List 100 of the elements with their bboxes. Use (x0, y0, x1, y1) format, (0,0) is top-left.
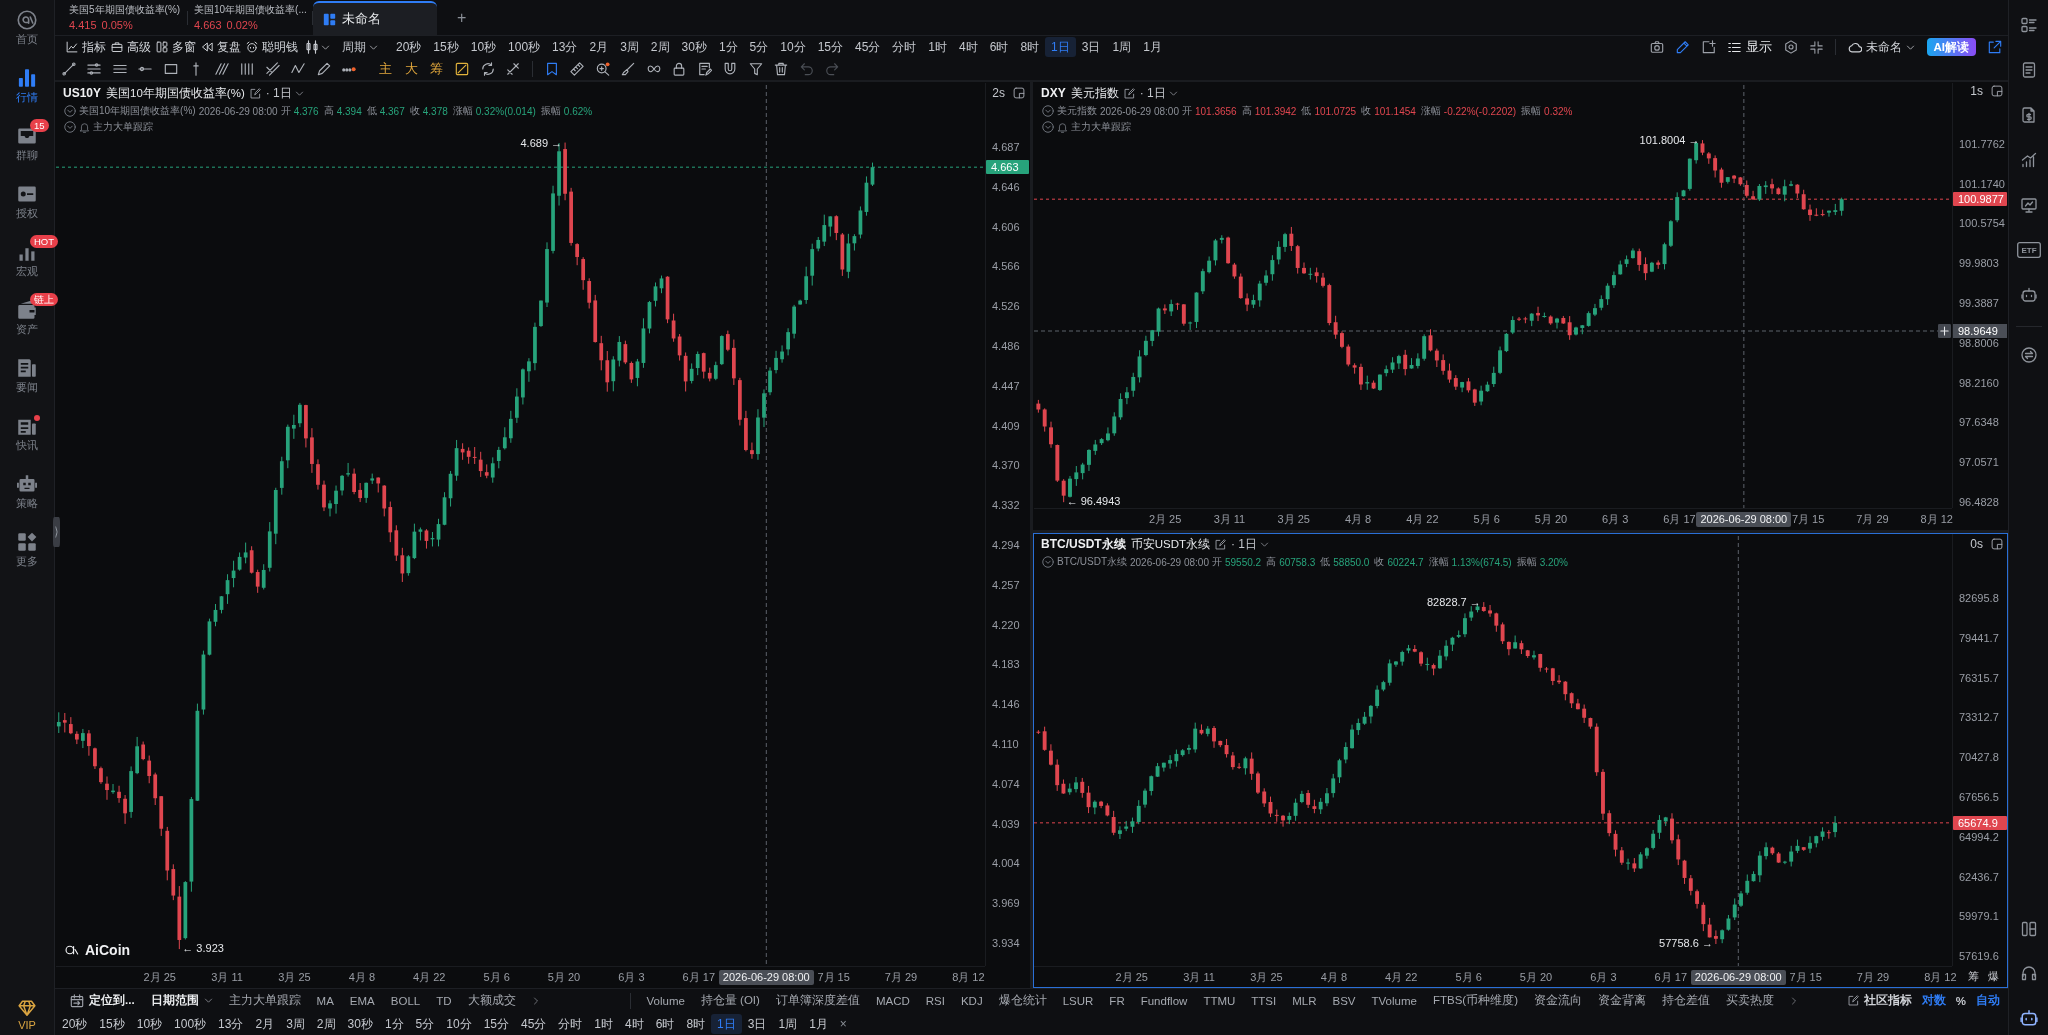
interval-tab[interactable]: 4时 (619, 1013, 650, 1034)
indicator-tab[interactable]: MA (316, 994, 334, 1007)
nav-item[interactable]: 更多 (0, 528, 54, 586)
interval-tab[interactable]: 5分 (409, 1013, 441, 1034)
nav-item[interactable]: 策略 (0, 470, 54, 528)
interval-tab[interactable]: 分时 (886, 37, 923, 57)
interval-tab[interactable]: 1分 (712, 37, 744, 57)
scale-toggle[interactable]: % (1955, 994, 1966, 1007)
layout-dropdown[interactable]: 未命名 (1847, 38, 1915, 56)
interval-tab[interactable]: 100秒 (168, 1013, 213, 1034)
indicator-tab[interactable]: TD (436, 994, 452, 1007)
interval-tab[interactable]: 2月 (249, 1013, 281, 1034)
interval-tab[interactable]: 4时 (953, 37, 984, 57)
toolbar-button[interactable]: 多窗 (156, 38, 196, 56)
interval-tab[interactable]: 15秒 (427, 37, 465, 57)
interval-tab[interactable]: 6时 (649, 1013, 681, 1034)
indicator-tab[interactable]: 资金背离 (1598, 993, 1646, 1008)
magnet-icon[interactable] (723, 62, 738, 76)
indicator-tab[interactable]: RSI (925, 994, 945, 1007)
vertical-bars-icon[interactable] (240, 62, 255, 76)
interval-tab[interactable]: 3日 (741, 1013, 773, 1034)
trend-line-icon[interactable] (61, 62, 76, 76)
nav-item[interactable]: 行情 (0, 64, 54, 122)
interval-tab[interactable]: 5分 (743, 37, 775, 57)
rectangle-icon[interactable] (163, 62, 178, 76)
chevron-circle-icon[interactable] (1042, 121, 1054, 133)
community-indicators-button[interactable]: 社区指标 (1847, 993, 1912, 1008)
interval-tab[interactable]: 10分 (774, 37, 812, 57)
marker-tool-button[interactable]: 筹 (424, 60, 450, 78)
maximize-icon[interactable] (1991, 538, 2003, 550)
interval-tab[interactable]: 8时 (680, 1013, 712, 1034)
toolbar-button[interactable]: 复盘 (201, 38, 241, 56)
interval-tab[interactable]: 1月 (803, 1013, 834, 1034)
indicator-tab[interactable]: 持仓量 (OI) (700, 993, 760, 1008)
brush-icon[interactable] (621, 62, 636, 76)
interval-tab[interactable]: 13分 (546, 37, 584, 57)
robot-icon[interactable] (2020, 287, 2037, 303)
indicator-tab[interactable]: 爆仓统计 (998, 993, 1047, 1008)
indicator-tab[interactable]: 主力大单跟踪 (228, 993, 301, 1008)
indicator-tab[interactable]: Volume (646, 994, 685, 1007)
quote-tab[interactable]: 美国10年期国债收益率(... 4.663 0.02% (188, 0, 312, 35)
locate-button[interactable]: 定位到... (70, 993, 135, 1008)
interval-tab[interactable]: 2周 (310, 1013, 342, 1034)
swap-circle-icon[interactable] (2020, 347, 2037, 363)
compress-icon[interactable] (1809, 40, 1823, 54)
scale-toggle[interactable]: 自动 (1976, 993, 2000, 1008)
interval-tab[interactable]: 1日 (711, 1013, 742, 1034)
interval-tab[interactable]: 1月 (1137, 37, 1168, 57)
interval-tab[interactable]: 45分 (849, 37, 887, 57)
nav-item[interactable]: 15 群聊 (0, 122, 54, 180)
indicator-tab[interactable]: 订单簿深度差值 (775, 993, 860, 1008)
slanted-lines-icon[interactable] (214, 62, 229, 76)
rising-bars-icon[interactable] (2020, 152, 2037, 168)
chevron-circle-icon[interactable] (64, 105, 76, 117)
interval-tab[interactable]: 1周 (772, 1013, 804, 1034)
edit-document-icon[interactable] (697, 62, 712, 76)
share-icon[interactable] (1988, 40, 2002, 54)
zoom-in-icon[interactable] (595, 62, 610, 76)
indicator-tab[interactable]: LSUR (1062, 994, 1094, 1007)
close-button[interactable]: × (833, 1016, 853, 1031)
interval-tab[interactable]: 6时 (983, 37, 1015, 57)
indicator-tab[interactable]: FR (1109, 994, 1125, 1007)
interval-tab[interactable]: 20秒 (56, 1013, 94, 1034)
interval-tab[interactable]: 1时 (588, 1013, 620, 1034)
marker-tool-button[interactable]: 主 (373, 60, 399, 78)
edit-icon[interactable] (1123, 87, 1135, 99)
interval-tab[interactable]: 15分 (811, 37, 849, 57)
marker-tool-button[interactable]: 大 (398, 60, 424, 78)
interval-tab[interactable]: 13分 (212, 1013, 250, 1034)
camera-icon[interactable] (1649, 40, 1664, 54)
indicator-tab[interactable]: MLR (1292, 994, 1317, 1007)
panels-icon[interactable] (2020, 921, 2037, 937)
interval-tab[interactable]: 10秒 (464, 37, 503, 57)
vip-button[interactable]: VIP (18, 999, 36, 1032)
date-range-dropdown[interactable]: 日期范围 (150, 993, 213, 1008)
toolbar-button[interactable]: 指标 (66, 38, 106, 56)
collapse-handle-icon[interactable] (53, 517, 60, 547)
indicator-tab[interactable]: BSV (1332, 994, 1356, 1007)
workspace-tab[interactable]: 未命名 (313, 1, 437, 35)
interval-tab[interactable]: 2周 (644, 37, 676, 57)
slashed-square-icon[interactable] (455, 62, 470, 76)
quote-tab[interactable]: 美国5年期国债收益率(%) 4.415 0.05% (63, 0, 187, 35)
indicator-tab[interactable]: FTBS(币种维度) (1432, 993, 1518, 1008)
etf-card-icon[interactable]: ETF (2016, 242, 2041, 258)
ruler-icon[interactable] (570, 62, 585, 76)
bookmark-icon[interactable] (544, 62, 559, 76)
interval-dropdown[interactable]: · 1日 (1231, 535, 1269, 553)
settings-icon[interactable] (1783, 40, 1798, 54)
headset-icon[interactable] (2020, 965, 2037, 981)
interval-tab[interactable]: 3周 (614, 37, 645, 57)
interval-tab[interactable]: 30秒 (341, 1013, 379, 1034)
robot-face-icon[interactable] (2019, 1009, 2038, 1027)
axis-tool-button[interactable]: 筹 (1968, 969, 1979, 984)
display-button[interactable]: 显示 (1727, 38, 1772, 56)
interval-tab[interactable]: 30秒 (675, 37, 713, 57)
interval-tab[interactable]: 10秒 (130, 1013, 169, 1034)
filter-icon[interactable] (748, 62, 763, 76)
interval-tab[interactable]: 3周 (280, 1013, 311, 1034)
nav-item[interactable]: 要闻 (0, 354, 54, 412)
interval-tab[interactable]: 15秒 (93, 1013, 131, 1034)
